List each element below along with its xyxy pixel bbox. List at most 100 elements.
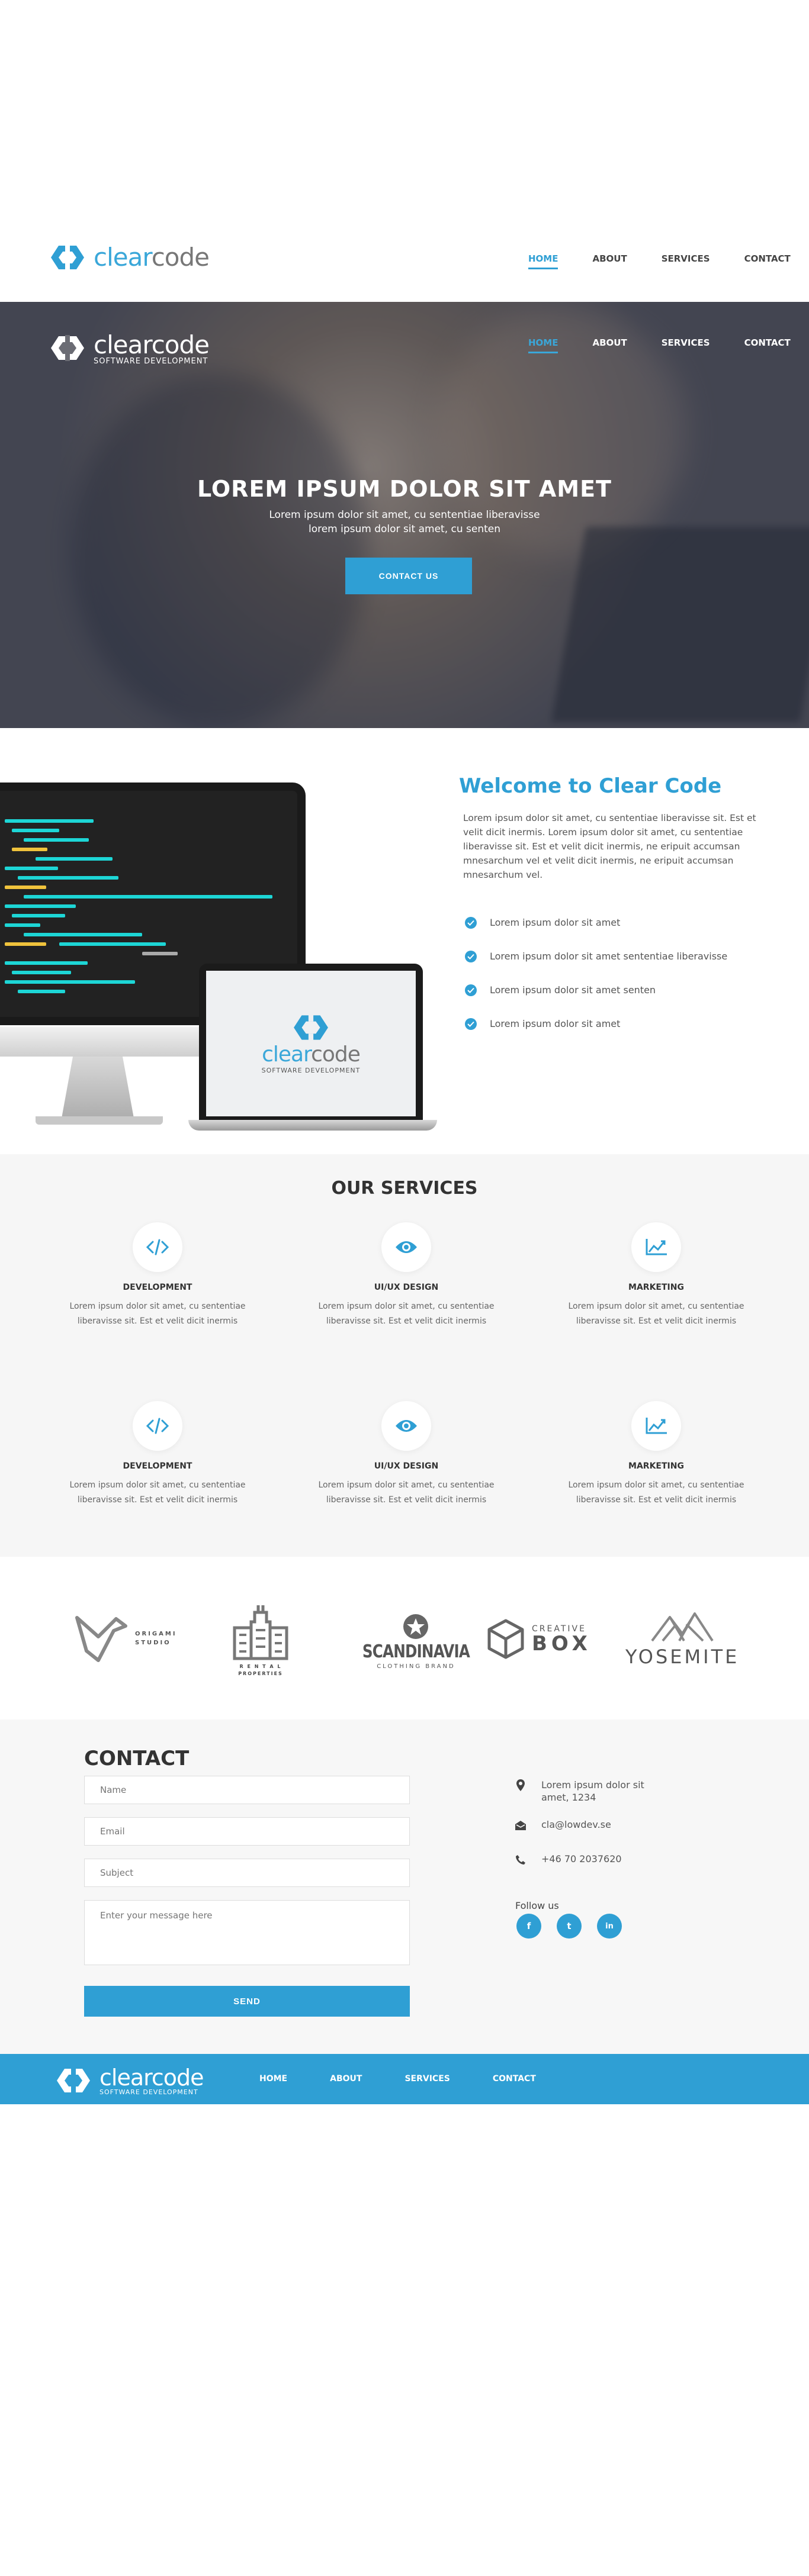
message-field[interactable] [84,1900,410,1965]
nav-home[interactable]: HOME [528,337,558,353]
chart-icon [631,1401,681,1451]
facebook-icon[interactable]: f [516,1914,541,1939]
scandinavia-sub: CLOTHING BRAND [377,1663,455,1670]
feature-item: Lorem ipsum dolor sit amet [465,1007,727,1041]
logo-tagline: SOFTWARE DEVELOPMENT [94,357,208,366]
client-logo-scandinavia[interactable]: SCANDINAVIA CLOTHING BRAND [351,1613,481,1670]
hero-nav: HOME ABOUT SERVICES CONTACT [528,337,791,353]
code-line [36,857,113,861]
email-text: cla@lowdev.se [541,1819,611,1830]
welcome-title: Welcome to Clear Code [459,774,722,798]
service-card[interactable]: UI/UX DESIGN Lorem ipsum dolor sit amet,… [312,1222,501,1329]
laptop-image: clearcode SOFTWARE DEVELOPMENT [199,964,423,1123]
footer-nav: HOME ABOUT SERVICES CONTACT [259,2074,536,2084]
send-button[interactable]: SEND [84,1986,410,2017]
services-title: OUR SERVICES [331,1178,478,1199]
code-line [24,933,142,936]
code-icon [133,1401,182,1451]
main-nav: HOME ABOUT SERVICES CONTACT [528,253,791,269]
client-logo-creative-box[interactable]: CREATIVE BOX [487,1619,592,1659]
feature-text: Lorem ipsum dolor sit amet sententiae li… [490,951,728,962]
service-card[interactable]: DEVELOPMENT Lorem ipsum dolor sit amet, … [63,1222,252,1329]
service-title: UI/UX DESIGN [374,1461,439,1471]
nav-home[interactable]: HOME [528,253,558,269]
phone-info[interactable]: +46 70 2037620 [514,1853,622,1866]
logo-code: code [151,243,210,272]
footer-logo[interactable]: clearcode SOFTWARE DEVELOPMENT [56,2065,204,2096]
service-text: Lorem ipsum dolor sit amet, cu sententia… [568,1302,744,1326]
logo-tagline: SOFTWARE DEVELOPMENT [99,2088,198,2096]
hero-section: clearcode SOFTWARE DEVELOPMENT HOME ABOU… [0,302,809,728]
origami-text: ORIGAMI STUDIO [135,1630,177,1647]
code-line [18,876,118,880]
clients-section: ORIGAMI STUDIO R E N T A L PROPERTIES SC… [0,1557,809,1720]
rental-line: PROPERTIES [238,1671,283,1676]
nav-home[interactable]: HOME [259,2074,287,2084]
hero-logo[interactable]: clearcode SOFTWARE DEVELOPMENT [50,330,210,366]
address-line: amet, 1234 [541,1792,596,1803]
laptop-logo-wordmark: clearcode [262,1042,361,1067]
hero-title: LOREM IPSUM DOLOR SIT AMET [197,476,612,502]
linkedin-icon[interactable]: in [597,1914,622,1939]
rental-text: R E N T A L PROPERTIES [238,1663,283,1677]
nav-contact[interactable]: CONTACT [744,253,791,269]
logo-wordmark: clearcode [99,2065,204,2091]
check-icon [465,1017,477,1030]
logo-wordmark: clearcode [94,330,210,359]
address-info: Lorem ipsum dolor sit amet, 1234 [514,1779,644,1804]
email-field[interactable] [84,1817,410,1846]
logo-code: code [151,330,210,359]
service-title: DEVELOPMENT [123,1461,192,1471]
address-text: Lorem ipsum dolor sit amet, 1234 [541,1779,644,1804]
service-text: Lorem ipsum dolor sit amet, cu sententia… [69,1480,246,1505]
code-line [5,819,94,823]
location-pin-icon [514,1779,527,1792]
code-line [5,942,46,946]
eye-icon [381,1401,431,1451]
footer-logo-text: clearcode SOFTWARE DEVELOPMENT [99,2065,204,2096]
nav-about[interactable]: ABOUT [330,2074,362,2084]
follow-us-label: Follow us [515,1900,559,1911]
twitter-icon[interactable]: t [557,1914,582,1939]
email-info[interactable]: cla@lowdev.se [514,1819,611,1832]
nav-about[interactable]: ABOUT [592,337,627,353]
nav-services[interactable]: SERVICES [662,337,710,353]
client-logo-rental[interactable]: R E N T A L PROPERTIES [231,1604,290,1677]
logo-code: code [151,2065,204,2091]
yosemite-name: YOSEMITE [625,1646,740,1668]
logo-clear: clear [99,2065,152,2091]
feature-list: Lorem ipsum dolor sit amet Lorem ipsum d… [465,906,727,1041]
footer: clearcode SOFTWARE DEVELOPMENT HOME ABOU… [0,2054,809,2104]
contact-us-button[interactable]: CONTACT US [345,558,472,594]
logo-clear: clear [94,243,152,272]
nav-services[interactable]: SERVICES [404,2074,450,2084]
nav-services[interactable]: SERVICES [662,253,710,269]
nav-about[interactable]: ABOUT [592,253,627,269]
service-card[interactable]: MARKETING Lorem ipsum dolor sit amet, cu… [561,1222,751,1329]
code-line [142,952,178,955]
logo-clear: clear [94,330,152,359]
code-line [59,942,166,946]
check-icon [465,950,477,962]
monitor-base [36,1116,163,1125]
logo-clear: clear [262,1042,312,1067]
creative-box-line2: BOX [532,1632,592,1656]
logo-hexagon-icon [57,2067,90,2094]
name-field[interactable] [84,1776,410,1804]
service-card[interactable]: DEVELOPMENT Lorem ipsum dolor sit amet, … [63,1401,252,1508]
client-logo-origami[interactable]: ORIGAMI STUDIO [75,1613,177,1664]
feature-item: Lorem ipsum dolor sit amet sententiae li… [465,939,727,973]
subject-field[interactable] [84,1859,410,1887]
code-line [5,923,40,927]
nav-contact[interactable]: CONTACT [744,337,791,353]
hero-subtitle-line: lorem ipsum dolor sit amet, cu senten [308,523,501,535]
client-logo-yosemite[interactable]: YOSEMITE [625,1611,739,1668]
laptop-base [188,1120,437,1131]
nav-contact[interactable]: CONTACT [493,2074,536,2084]
code-line [5,980,135,984]
service-card[interactable]: MARKETING Lorem ipsum dolor sit amet, cu… [561,1401,751,1508]
header-logo[interactable]: clearcode [50,243,210,272]
cube-icon [487,1619,524,1659]
service-card[interactable]: UI/UX DESIGN Lorem ipsum dolor sit amet,… [312,1401,501,1508]
code-line [5,886,46,889]
